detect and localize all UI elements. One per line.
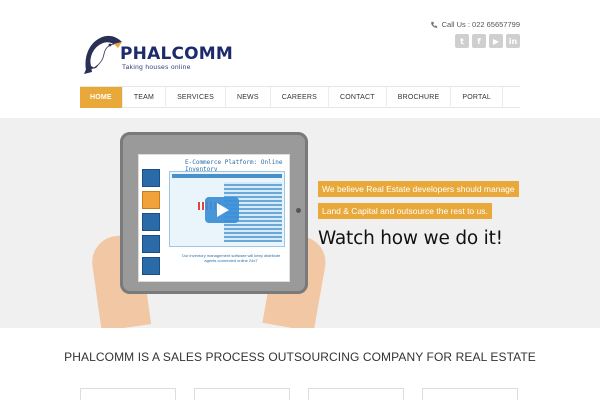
linkedin-icon[interactable]: in (506, 34, 520, 48)
call-us[interactable]: Call Us : 022 65657799 (430, 20, 520, 29)
feature-box[interactable] (422, 388, 518, 400)
youtube-icon[interactable]: ▶ (489, 34, 503, 48)
tablet-video[interactable]: E-Commerce Platform: Online Inventory Ou… (120, 132, 308, 294)
intro-heading: PHALCOMM IS A SALES PROCESS OUTSOURCING … (64, 350, 536, 364)
social-links: t f ▶ in (455, 34, 520, 48)
hero-banner: E-Commerce Platform: Online Inventory Ou… (0, 118, 600, 328)
feature-boxes (80, 388, 520, 400)
twitter-icon[interactable]: t (455, 34, 469, 48)
main-nav: HOME TEAM SERVICES NEWS CAREERS CONTACT … (80, 86, 520, 108)
screen-side-button (142, 191, 160, 209)
nav-services[interactable]: SERVICES (166, 87, 226, 108)
feature-box[interactable] (194, 388, 290, 400)
screen-side-button (142, 213, 160, 231)
nav-contact[interactable]: CONTACT (329, 87, 387, 108)
logo[interactable]: PHALCOMM Taking houses online (80, 30, 234, 78)
site-header: PHALCOMM Taking houses online Call Us : … (0, 0, 600, 118)
screen-sidebar (142, 169, 160, 279)
feature-box[interactable] (80, 388, 176, 400)
nav-team[interactable]: TEAM (123, 87, 167, 108)
tablet-camera (296, 208, 301, 213)
screen-toolbar (172, 174, 282, 178)
hero-tagline-1: We believe Real Estate developers should… (318, 181, 519, 197)
phone-icon (430, 21, 437, 28)
logo-tagline: Taking houses online (122, 64, 191, 71)
hero-tagline-2: Land & Capital and outsource the rest to… (318, 203, 492, 219)
feature-box[interactable] (308, 388, 404, 400)
call-us-text: Call Us : 022 65657799 (441, 20, 520, 29)
nav-brochure[interactable]: BROCHURE (387, 87, 452, 108)
nav-portal[interactable]: PORTAL (451, 87, 503, 108)
screen-side-button (142, 257, 160, 275)
screen-side-button (142, 235, 160, 253)
eagle-logo-icon (84, 35, 122, 74)
nav-careers[interactable]: CAREERS (271, 87, 329, 108)
logo-text: PHALCOMM (120, 44, 234, 64)
facebook-icon[interactable]: f (472, 34, 486, 48)
nav-home[interactable]: HOME (80, 87, 123, 108)
screen-side-button (142, 169, 160, 187)
watch-cta[interactable]: Watch how we do it! (318, 228, 503, 249)
screen-footer-text: Our inventory management software will k… (181, 253, 281, 263)
play-icon[interactable] (205, 197, 239, 223)
tablet-screen: E-Commerce Platform: Online Inventory Ou… (138, 154, 290, 282)
nav-news[interactable]: NEWS (226, 87, 271, 108)
